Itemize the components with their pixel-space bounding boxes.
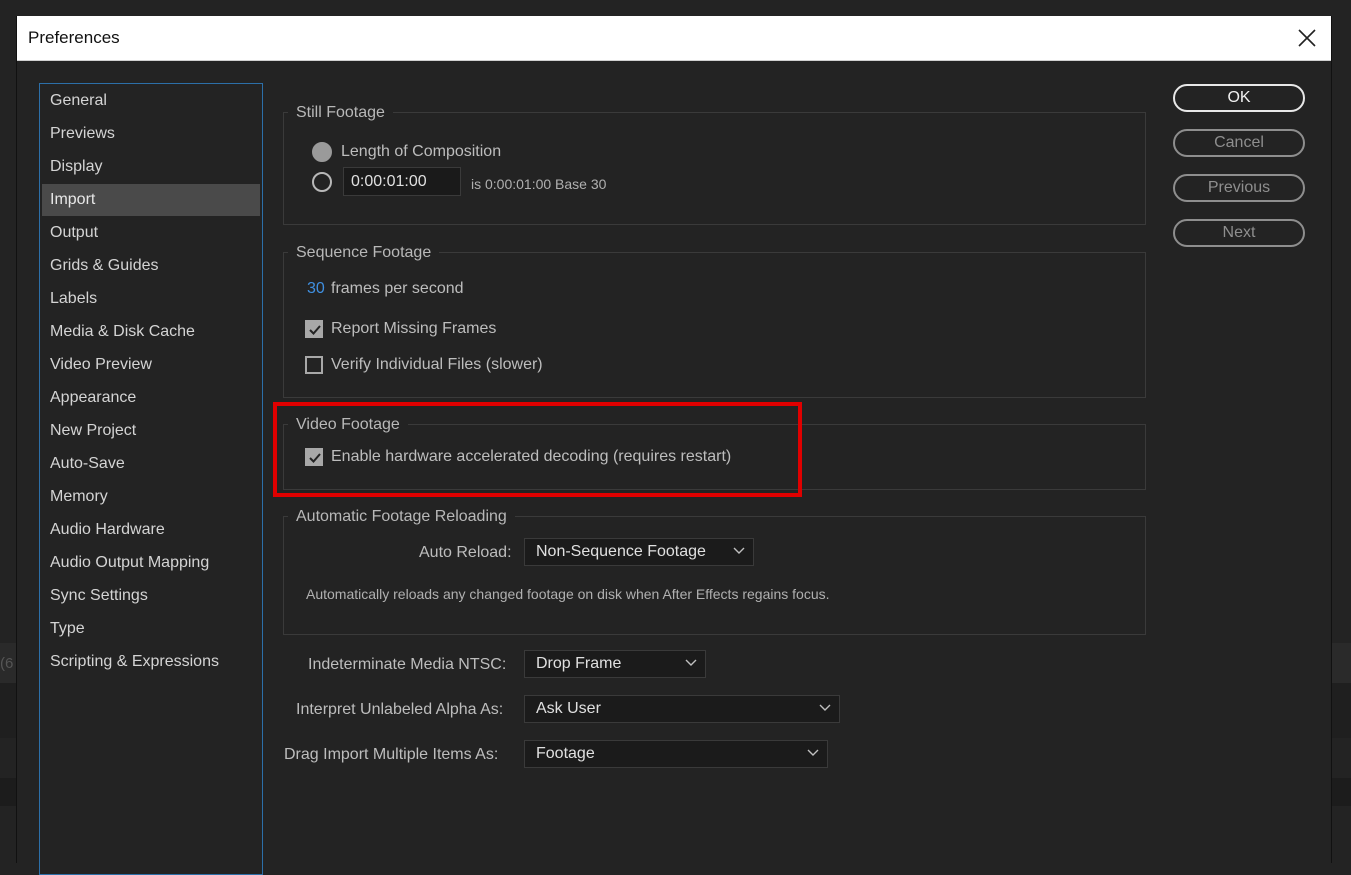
auto-reload-value: Non-Sequence Footage (536, 543, 706, 560)
fps-value[interactable]: 30 (307, 280, 325, 298)
duration-field[interactable]: 0:00:01:00 (343, 167, 461, 196)
chevron-down-icon (819, 704, 831, 711)
auto-reload-label: Auto Reload: (419, 544, 512, 561)
next-button[interactable]: Next (1173, 219, 1305, 247)
ntsc-label: Indeterminate Media NTSC: (308, 656, 507, 673)
sidebar-item-memory[interactable]: Memory (42, 481, 260, 513)
sidebar-item-media-disk-cache[interactable]: Media & Disk Cache (42, 316, 260, 348)
ntsc-value: Drop Frame (536, 655, 622, 672)
window-title: Preferences (28, 28, 120, 47)
alpha-dropdown[interactable]: Ask User (524, 695, 840, 723)
sidebar-item-display[interactable]: Display (42, 151, 260, 183)
sidebar-item-previews[interactable]: Previews (42, 118, 260, 150)
sidebar-item-appearance[interactable]: Appearance (42, 382, 260, 414)
sidebar-item-video-preview[interactable]: Video Preview (42, 349, 260, 381)
ntsc-dropdown[interactable]: Drop Frame (524, 650, 706, 678)
ok-button[interactable]: OK (1173, 84, 1305, 112)
sidebar-item-audio-output-mapping[interactable]: Audio Output Mapping (42, 547, 260, 579)
sequence-footage-title: Sequence Footage (288, 244, 440, 262)
cancel-button[interactable]: Cancel (1173, 129, 1305, 157)
sidebar-item-general[interactable]: General (42, 85, 260, 117)
chevron-down-icon (685, 659, 697, 666)
sidebar-item-labels[interactable]: Labels (42, 283, 260, 315)
close-button[interactable] (1295, 26, 1319, 50)
drag-import-value: Footage (536, 745, 595, 762)
auto-reload-title: Automatic Footage Reloading (288, 508, 515, 526)
alpha-label: Interpret Unlabeled Alpha As: (296, 701, 504, 718)
still-footage-title: Still Footage (288, 104, 393, 122)
sidebar-item-auto-save[interactable]: Auto-Save (42, 448, 260, 480)
verify-files-checkbox[interactable] (305, 356, 323, 374)
radio-custom-duration[interactable] (312, 172, 332, 192)
drag-import-label: Drag Import Multiple Items As: (284, 746, 499, 763)
duration-info: is 0:00:01:00 Base 30 (471, 176, 607, 192)
fps-label: frames per second (331, 280, 464, 297)
sidebar-item-type[interactable]: Type (42, 613, 260, 645)
report-missing-label: Report Missing Frames (331, 320, 497, 337)
background-fragment: (6 (0, 655, 14, 672)
alpha-value: Ask User (536, 700, 601, 717)
sidebar-item-scripting-expressions[interactable]: Scripting & Expressions (42, 646, 260, 678)
drag-import-dropdown[interactable]: Footage (524, 740, 828, 768)
radio-length-of-composition[interactable] (312, 142, 332, 162)
auto-reload-dropdown[interactable]: Non-Sequence Footage (524, 538, 754, 566)
sidebar-item-new-project[interactable]: New Project (42, 415, 260, 447)
sidebar-item-grids-guides[interactable]: Grids & Guides (42, 250, 260, 282)
sidebar-item-import[interactable]: Import (42, 184, 260, 216)
sidebar-item-sync-settings[interactable]: Sync Settings (42, 580, 260, 612)
close-icon (1298, 29, 1316, 47)
length-of-composition-label: Length of Composition (341, 143, 502, 160)
check-icon (309, 325, 321, 335)
sidebar-item-audio-hardware[interactable]: Audio Hardware (42, 514, 260, 546)
chevron-down-icon (733, 547, 745, 554)
auto-reload-group (283, 516, 1146, 635)
auto-reload-description: Automatically reloads any changed footag… (306, 586, 830, 602)
title-bar: Preferences (17, 16, 1331, 61)
annotation-highlight-box (273, 402, 802, 497)
report-missing-checkbox[interactable] (305, 320, 323, 338)
previous-button[interactable]: Previous (1173, 174, 1305, 202)
preferences-sidebar: General Previews Display Import Output Grids … (39, 83, 263, 875)
verify-files-label: Verify Individual Files (slower) (331, 356, 543, 373)
sidebar-item-output[interactable]: Output (42, 217, 260, 249)
chevron-down-icon (807, 749, 819, 756)
